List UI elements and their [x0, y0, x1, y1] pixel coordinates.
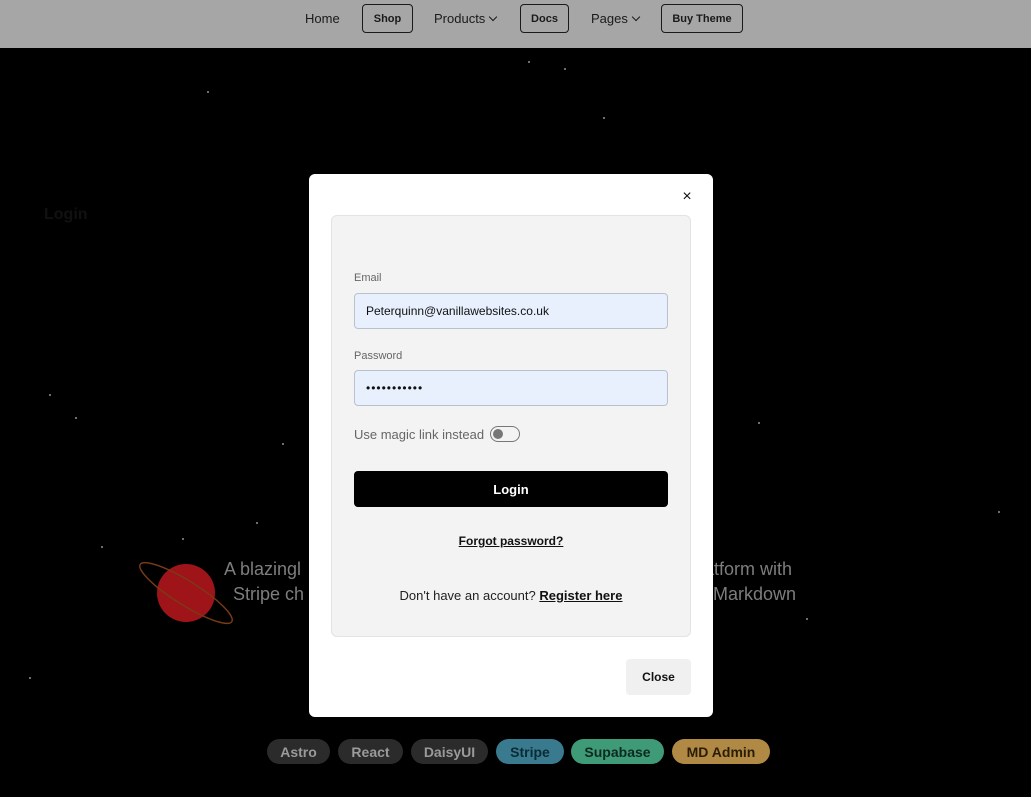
password-field[interactable]: ••••••••••• [354, 370, 668, 406]
nav-pages-label: Pages [591, 11, 628, 26]
modal-title: Login [44, 206, 88, 223]
magic-link-row: Use magic link instead [354, 426, 521, 442]
register-row: Don't have an account? Register here [309, 588, 713, 603]
nav-pages-menu[interactable]: Pages [591, 11, 641, 26]
nav-buy-theme-button[interactable]: Buy Theme [661, 4, 743, 33]
forgot-password-link[interactable]: Forgot password? [309, 534, 713, 548]
no-account-text: Don't have an account? [399, 588, 540, 603]
nav-shop-button[interactable]: Shop [362, 4, 413, 33]
hero-line-2-left: Stripe ch [233, 584, 305, 604]
star [75, 417, 77, 419]
star [758, 422, 760, 424]
star [282, 443, 284, 445]
star [806, 618, 808, 620]
toggle-knob [493, 429, 504, 439]
email-field[interactable]: Peterquinn@vanillawebsites.co.uk [354, 293, 668, 329]
star [29, 677, 31, 679]
star [256, 522, 258, 524]
email-label: Email [354, 272, 382, 284]
star [564, 68, 566, 70]
star [182, 538, 184, 540]
nav-docs-button[interactable]: Docs [520, 4, 569, 33]
star [998, 511, 1000, 513]
top-nav: Home Shop Products Docs Pages Buy Theme [0, 0, 1031, 48]
magic-link-toggle[interactable] [490, 426, 521, 442]
star [101, 546, 103, 548]
magic-link-label: Use magic link instead [354, 426, 485, 442]
tech-pill-supabase: Supabase [571, 739, 664, 764]
register-link[interactable]: Register here [539, 588, 622, 603]
hero-line-1-left: A blazingl [224, 559, 302, 579]
star [207, 91, 209, 93]
login-button[interactable]: Login [354, 471, 668, 507]
nav-products-menu[interactable]: Products [434, 11, 498, 26]
hero-line-1-right: atform with [704, 559, 793, 579]
chevron-down-icon [489, 12, 498, 22]
close-icon[interactable]: × [680, 189, 694, 205]
tech-pill-daisyui: DaisyUI [411, 739, 488, 764]
star [528, 61, 530, 63]
tech-pill-react: React [338, 739, 403, 764]
star [603, 117, 605, 119]
planet-icon [139, 561, 233, 625]
nav-products-label: Products [434, 11, 486, 26]
close-button[interactable]: Close [626, 659, 691, 695]
star [49, 394, 51, 396]
tech-pill-stripe: Stripe [496, 739, 564, 764]
tech-pill-md-admin: MD Admin [672, 739, 770, 764]
nav-home-link[interactable]: Home [305, 11, 340, 26]
login-modal: × Email Peterquinn@vanillawebsites.co.uk… [309, 174, 713, 717]
password-label: Password [354, 350, 403, 362]
hero-line-2-right: Markdown [713, 584, 797, 604]
chevron-down-icon [631, 12, 641, 22]
tech-pill-astro: Astro [267, 739, 330, 764]
